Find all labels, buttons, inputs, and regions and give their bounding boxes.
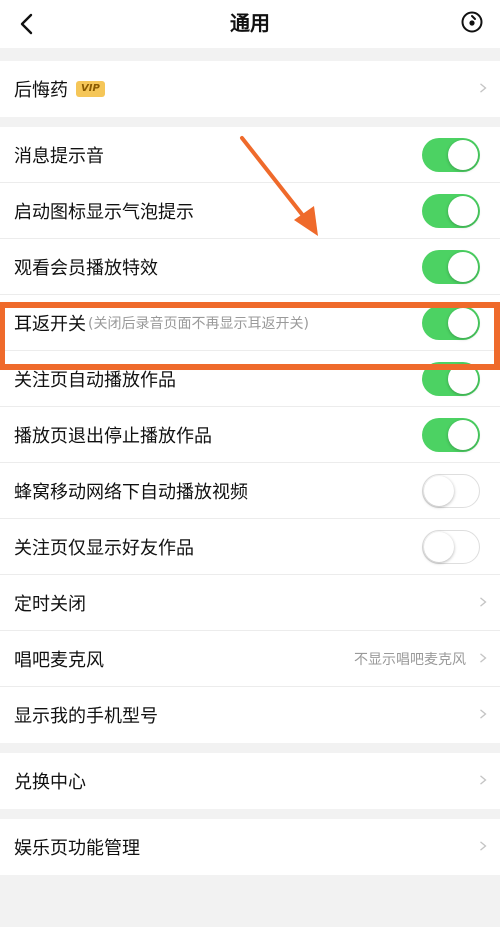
row-label: 蜂窝移动网络下自动播放视频 <box>14 482 248 503</box>
row-timer-off[interactable]: 定时关闭 <box>0 575 500 631</box>
row-friends-only: 关注页仅显示好友作品 <box>0 519 500 575</box>
row-show-model[interactable]: 显示我的手机型号 <box>0 687 500 743</box>
row-value: 不显示唱吧麦克风 <box>354 652 466 668</box>
row-cellular-autoplay: 蜂窝移动网络下自动播放视频 <box>0 463 500 519</box>
row-mic[interactable]: 唱吧麦克风 不显示唱吧麦克风 <box>0 631 500 687</box>
toggle-knob <box>424 476 454 506</box>
member-effect-toggle[interactable] <box>422 250 480 284</box>
toggle-knob <box>448 252 478 282</box>
cellular-autoplay-toggle[interactable] <box>422 474 480 508</box>
row-label: 播放页退出停止播放作品 <box>14 426 212 447</box>
row-label: 后悔药 <box>14 80 68 101</box>
row-label: 观看会员播放特效 <box>14 258 158 279</box>
stop-on-exit-toggle[interactable] <box>422 418 480 452</box>
annotation-highlight-box <box>0 302 500 370</box>
chevron-right-icon <box>480 709 487 719</box>
vip-badge: VIP <box>76 81 105 97</box>
chevron-right-icon <box>480 841 487 851</box>
row-label: 启动图标显示气泡提示 <box>14 202 194 223</box>
toggle-knob <box>448 196 478 226</box>
chevron-right-icon <box>480 83 487 93</box>
toggle-knob <box>448 140 478 170</box>
chevron-right-icon <box>480 653 487 663</box>
toggle-knob <box>424 532 454 562</box>
row-label: 娱乐页功能管理 <box>14 838 140 859</box>
row-label: 定时关闭 <box>14 594 86 615</box>
circle-dot-icon[interactable] <box>460 10 484 34</box>
row-regret[interactable]: 后悔药 VIP <box>0 61 500 117</box>
nav-bar: 通用 <box>0 0 500 48</box>
row-label: 消息提示音 <box>14 146 104 167</box>
row-label: 唱吧麦克风 <box>14 650 104 671</box>
row-stop-on-exit: 播放页退出停止播放作品 <box>0 407 500 463</box>
row-label: 显示我的手机型号 <box>14 706 158 727</box>
row-redeem[interactable]: 兑换中心 <box>0 753 500 809</box>
friends-only-toggle[interactable] <box>422 530 480 564</box>
row-entertainment[interactable]: 娱乐页功能管理 <box>0 819 500 875</box>
row-member-effect: 观看会员播放特效 <box>0 239 500 295</box>
message-sound-toggle[interactable] <box>422 138 480 172</box>
page-title: 通用 <box>230 11 270 35</box>
toggle-knob <box>448 420 478 450</box>
chevron-right-icon <box>480 597 487 607</box>
row-label: 兑换中心 <box>14 772 86 793</box>
chevron-right-icon <box>480 775 487 785</box>
annotation-arrow-icon <box>240 136 318 236</box>
badge-bubble-toggle[interactable] <box>422 194 480 228</box>
row-label: 关注页仅显示好友作品 <box>14 538 194 559</box>
